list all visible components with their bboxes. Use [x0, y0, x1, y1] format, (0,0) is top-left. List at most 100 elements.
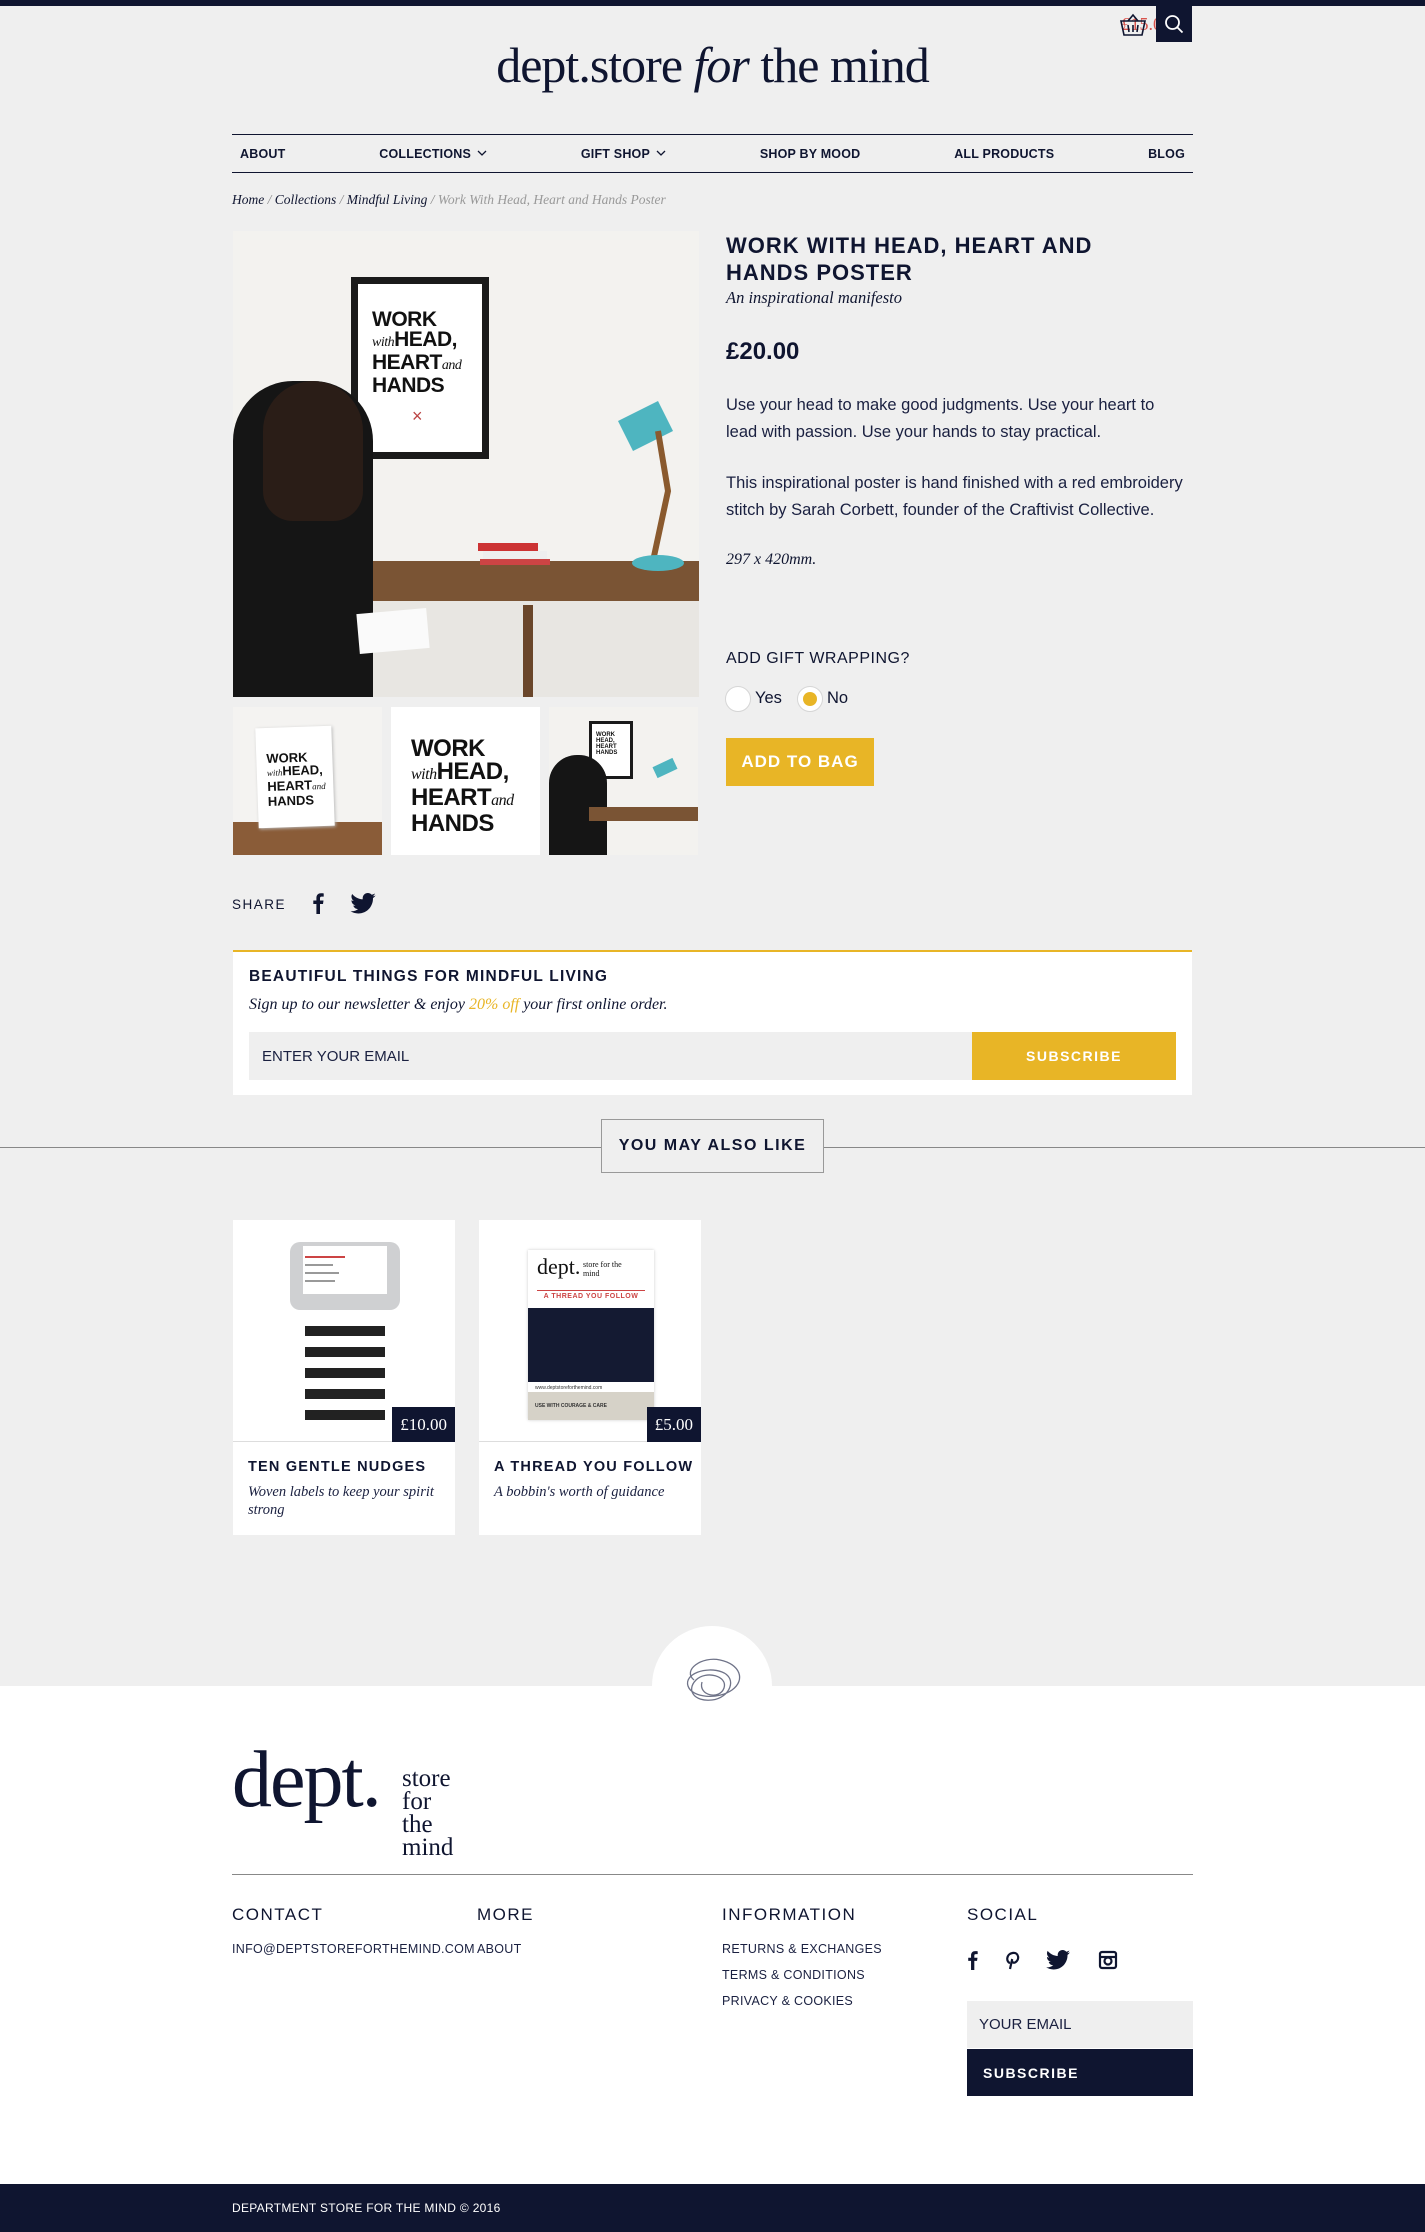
footer-information-heading: INFORMATION [722, 1905, 857, 1924]
logo-end: the mind [760, 37, 929, 93]
thread-label: A THREAD YOU FOLLOW [543, 1293, 639, 1300]
facebook-icon[interactable] [312, 892, 324, 919]
related-card-title[interactable]: TEN GENTLE NUDGES [248, 1459, 426, 1475]
newsletter-title: BEAUTIFUL THINGS FOR MINDFUL LIVING [249, 968, 609, 985]
site-logo[interactable]: dept.store for the mind [0, 36, 1425, 94]
gift-wrap-no-radio[interactable] [797, 686, 823, 712]
gift-wrap-label: ADD GIFT WRAPPING? [726, 650, 910, 667]
footer-contact-email[interactable]: INFO@DEPTSTOREFORTHEMIND.COM [232, 1942, 475, 1956]
product-subtitle: An inspirational manifesto [726, 288, 903, 307]
product-size: 297 x 420mm. [726, 551, 817, 568]
main-nav: ABOUT COLLECTIONS GIFT SHOP SHOP BY MOOD… [232, 134, 1193, 173]
instagram-icon[interactable] [1098, 1950, 1118, 1975]
footer-link-returns[interactable]: RETURNS & EXCHANGES [722, 1942, 882, 1956]
footer-logo-big: dept. [232, 1736, 382, 1824]
nav-label: ALL PRODUCTS [954, 146, 1055, 161]
product-title: WORK WITH HEAD, HEART AND HANDS POSTER [726, 233, 1093, 285]
thumb-poster-word: WORK [411, 735, 485, 762]
nav-label: COLLECTIONS [379, 146, 472, 161]
related-card-subtitle: A bobbin's worth of guidance [494, 1484, 665, 1500]
thread-brand-small: store for the mind [583, 1260, 622, 1278]
scribble-icon [687, 1658, 741, 1701]
nav-item-gift-shop[interactable]: GIFT SHOP [581, 147, 666, 161]
thumbnail-1[interactable]: WORK withHEAD, HEARTand HANDS [233, 707, 382, 855]
thread-brand: dept. [537, 1254, 581, 1279]
logo-text: dept.store [496, 37, 683, 93]
footer-link-terms[interactable]: TERMS & CONDITIONS [722, 1968, 865, 1982]
share-label: SHARE [232, 897, 287, 912]
nav-label: SHOP BY MOOD [759, 146, 861, 161]
footer-link-about[interactable]: ABOUT [477, 1942, 522, 1956]
related-card-1[interactable]: £10.00 TEN GENTLE NUDGES Woven labels to… [233, 1220, 455, 1535]
footer-link-privacy[interactable]: PRIVACY & COOKIES [722, 1994, 853, 2008]
thumb-poster-word: and [311, 780, 326, 792]
bottom-bar [0, 2184, 1425, 2232]
newsletter-sub-text: Sign up to our newsletter & enjoy [249, 996, 469, 1013]
twitter-icon[interactable] [350, 893, 376, 919]
top-bar [0, 0, 1425, 6]
thumb-poster-word: with [411, 766, 437, 783]
product-main-image[interactable]: WORK withHEAD, HEARTand HANDS × [233, 231, 699, 697]
nav-item-collections[interactable]: COLLECTIONS [379, 147, 487, 161]
thread-url: www.deptstoreforthemind.com [535, 1385, 603, 1391]
product-description-2: This inspirational poster is hand finish… [726, 474, 1183, 519]
poster-word-with: with [372, 335, 395, 350]
poster-word-and: and [441, 358, 462, 373]
thumb-poster-word: HANDS [267, 792, 315, 809]
nav-item-blog[interactable]: BLOG [1148, 147, 1185, 161]
related-card-price: £5.00 [646, 1407, 701, 1442]
footer-logo-line1: store for [402, 1765, 451, 1815]
pinterest-icon[interactable] [1004, 1950, 1021, 1975]
footer-divider [232, 1874, 1193, 1875]
thumb-poster-word: HANDS [411, 810, 494, 837]
breadcrumb: Home / Collections / Mindful Living / Wo… [232, 192, 666, 207]
gift-wrap-yes-radio[interactable] [725, 686, 751, 712]
gift-wrap-no-label[interactable]: No [827, 689, 848, 708]
footer-social-heading: SOCIAL [967, 1905, 1039, 1924]
related-heading: YOU MAY ALSO LIKE [601, 1119, 824, 1173]
footer-email-input[interactable]: YOUR EMAIL [967, 2001, 1193, 2048]
thumb-poster-word: HEAD, [436, 758, 510, 785]
thumb-poster-word: HEAD, [282, 762, 323, 779]
thumb-poster-word: HEART [411, 784, 492, 811]
newsletter-sub-text-end: your first online order. [519, 996, 668, 1013]
breadcrumb-collections[interactable]: Collections [275, 192, 337, 207]
nav-label: BLOG [1148, 146, 1185, 161]
footer-more-heading: MORE [477, 1905, 534, 1924]
thumb-poster-word: and [491, 792, 514, 809]
related-card-2[interactable]: dept. store for the mind A THREAD YOU FO… [479, 1220, 701, 1535]
twitter-icon[interactable] [1046, 1950, 1070, 1975]
related-card-subtitle: Woven labels to keep your spirit strong [248, 1484, 434, 1518]
thumb-poster-word: HANDS [596, 750, 618, 756]
breadcrumb-home[interactable]: Home [232, 192, 264, 207]
footer [0, 1686, 1425, 2184]
thread-note: USE WITH COURAGE & CARE [535, 1403, 607, 1409]
newsletter-subtitle: Sign up to our newsletter & enjoy 20% of… [249, 996, 668, 1014]
facebook-icon[interactable] [967, 1950, 978, 1975]
thumb-poster-word: with [266, 767, 283, 778]
thumb-poster-word: HEART [267, 777, 313, 794]
thumbnail-2[interactable]: WORK withHEAD, HEARTand HANDS [391, 707, 540, 855]
footer-logo-line2: the mind [402, 1811, 454, 1861]
gift-wrap-yes-label[interactable]: Yes [755, 689, 782, 708]
nav-item-all-products[interactable]: ALL PRODUCTS [954, 147, 1054, 161]
product-price: £20.00 [726, 338, 800, 365]
footer-subscribe-button[interactable]: SUBSCRIBE [967, 2049, 1193, 2096]
nav-item-shop-by-mood[interactable]: SHOP BY MOOD [760, 147, 861, 161]
chevron-down-icon [477, 150, 487, 156]
breadcrumb-mindful-living[interactable]: Mindful Living [347, 192, 428, 207]
basket-icon[interactable] [1119, 12, 1147, 38]
footer-emblem [652, 1626, 772, 1746]
add-to-bag-button[interactable]: ADD TO BAG [726, 738, 874, 786]
thumbnail-3[interactable]: WORK HEAD, HEART HANDS [549, 707, 698, 855]
chevron-down-icon [656, 150, 666, 156]
newsletter-subscribe-button[interactable]: SUBSCRIBE [972, 1032, 1176, 1080]
related-card-price: £10.00 [392, 1407, 455, 1442]
nav-label: ABOUT [240, 146, 286, 161]
poster-word-hands: HANDS [372, 374, 445, 397]
footer-logo[interactable]: dept. store for the mind [232, 1736, 453, 1860]
nav-item-about[interactable]: ABOUT [240, 147, 285, 161]
newsletter-email-input[interactable]: ENTER YOUR EMAIL [249, 1032, 972, 1080]
related-card-title[interactable]: A THREAD YOU FOLLOW [494, 1459, 693, 1475]
nav-label: GIFT SHOP [580, 146, 651, 161]
